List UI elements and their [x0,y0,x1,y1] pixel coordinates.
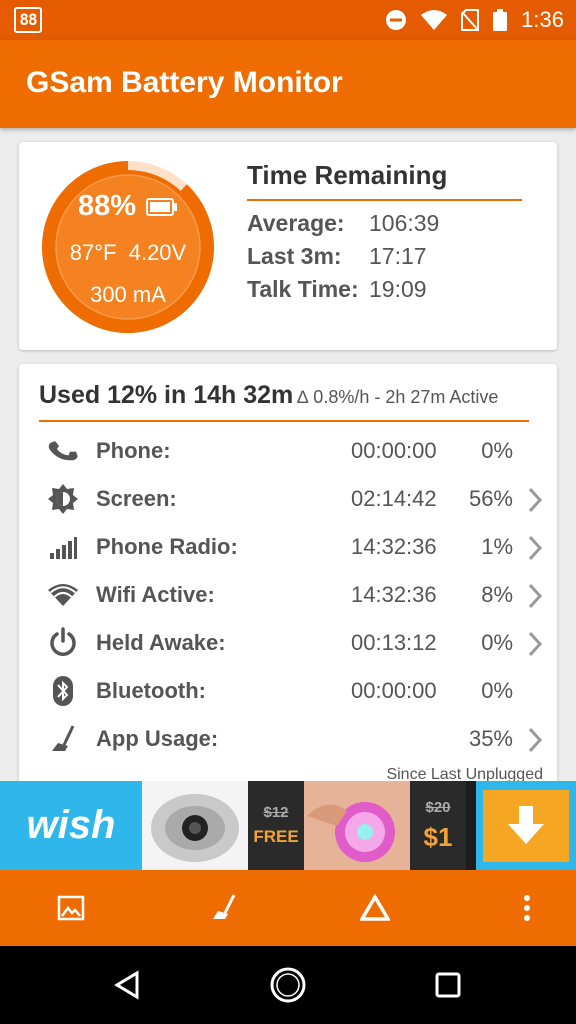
status-icons: 1:36 [385,0,564,40]
back-button[interactable] [108,965,148,1005]
divider [39,420,529,422]
usage-subtitle: ∆ 0.8%/h - 2h 27m Active [297,387,499,407]
download-button[interactable] [476,781,576,870]
chevron-right-icon[interactable] [527,487,543,513]
brightness-icon [48,484,78,514]
broom-icon [213,894,236,919]
home-icon [270,967,306,1003]
divider [247,199,522,201]
usage-row-screen[interactable]: Screen: 02:14:42 56% [19,475,557,523]
bluetooth-icon [53,676,73,706]
app-usage-button[interactable] [203,888,243,928]
recents-icon [435,972,461,998]
usage-row-bluetooth: Bluetooth: 00:00:00 0% [19,667,557,715]
chevron-right-icon[interactable] [527,727,543,753]
spinner-icon [151,793,239,862]
home-button[interactable] [268,965,308,1005]
overflow-menu-button[interactable] [507,888,547,928]
delta-icon [360,894,390,921]
back-icon [114,970,139,1000]
chevron-right-icon[interactable] [527,583,543,609]
clock: 1:36 [521,7,564,32]
battery-icon [493,9,508,31]
download-box [483,789,569,862]
usage-card: Used 12% in 14h 32m ∆ 0.8%/h - 2h 27m Act… [19,364,557,794]
time-remaining-title: Time Remaining [247,160,448,190]
more-vert-icon [524,895,530,921]
bottom-toolbar [0,870,576,946]
usage-row-wifi[interactable]: Wifi Active: 14:32:36 8% [19,571,557,619]
spinner-icon [307,801,395,862]
fidget-spinner-image[interactable] [142,781,248,870]
system-navigation-bar [0,946,576,1024]
battery-temperature: 87°F [69,240,117,265]
chevron-right-icon[interactable] [527,631,543,657]
price-tag-1[interactable]: $12 FREE [248,781,304,870]
wifi-icon [48,584,78,606]
usage-row-app-usage[interactable]: App Usage: 35% [19,715,557,763]
no-sim-icon [461,9,480,31]
usage-row-phone-radio[interactable]: Phone Radio: 14:32:36 1% [19,523,557,571]
usage-title: Used 12% in 14h 32m ∆ 0.8%/h - 2h 27m Act… [39,381,499,409]
power-icon [50,627,76,656]
image-button[interactable] [51,888,91,928]
ad-divider [466,781,476,870]
app-bar: GSam Battery Monitor [0,40,576,128]
delta-button[interactable] [355,888,395,928]
broom-icon [52,725,75,751]
gauge-readout: 88% 87°F 4.20V 300 mA [39,158,217,336]
chevron-right-icon[interactable] [527,535,543,561]
usage-row-phone: Phone: 00:00:00 0% [19,427,557,475]
battery-icon [146,197,178,216]
wifi-icon [421,10,448,30]
usage-row-held-awake[interactable]: Held Awake: 00:13:12 0% [19,619,557,667]
image-icon [57,895,85,921]
signal-bars-icon [50,537,77,559]
ad-banner[interactable]: wish $12 FREE $20 $1 [0,781,576,870]
led-spinner-image[interactable] [304,781,410,870]
download-arrow-icon [508,805,544,844]
battery-percent: 88% [77,190,137,222]
battery-status-card[interactable]: 88% 87°F 4.20V 300 mA Time Remaining Ave… [19,142,557,350]
wish-logo[interactable]: wish [0,781,142,870]
notification-icon: 88 [14,7,42,33]
price-tag-2[interactable]: $20 $1 [410,781,466,870]
recents-button[interactable] [428,965,468,1005]
status-bar: 88 1:36 [0,0,576,40]
battery-current: 300 mA [90,282,166,307]
battery-gauge[interactable]: 88% 87°F 4.20V 300 mA [39,158,217,336]
do-not-disturb-icon [386,10,407,30]
battery-voltage: 4.20V [128,240,187,265]
phone-icon [48,441,78,461]
app-title: GSam Battery Monitor [26,66,343,99]
